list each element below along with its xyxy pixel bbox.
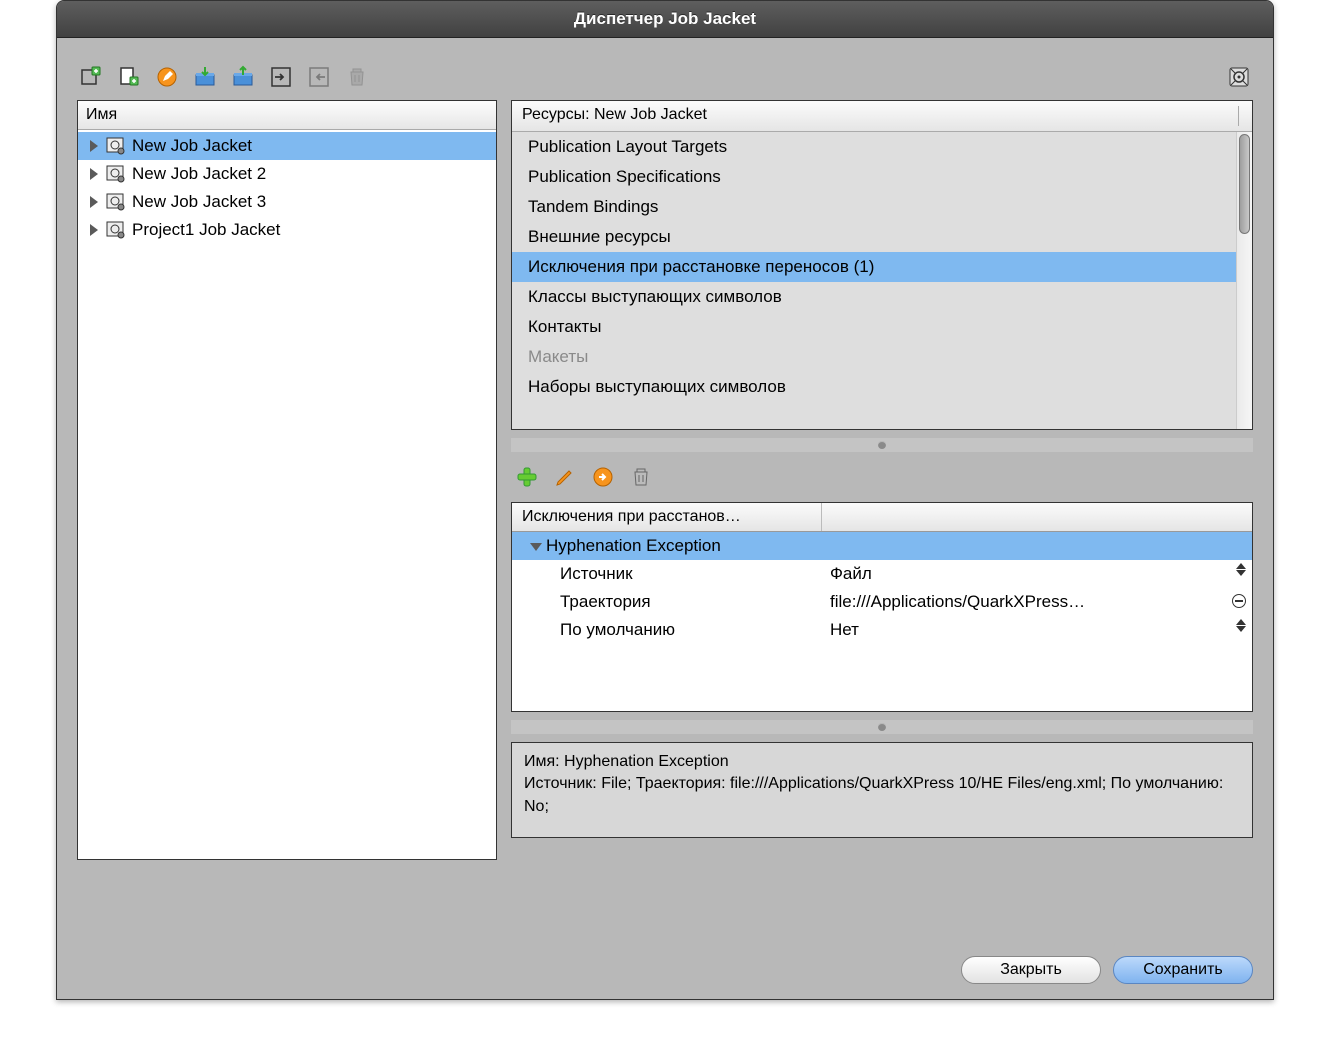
- detail-body: Hyphenation Exception Источник Файл Трае…: [512, 532, 1252, 711]
- jacket-icon: [106, 137, 126, 155]
- expand-icon[interactable]: [90, 196, 98, 208]
- tree-item[interactable]: New Job Jacket: [78, 132, 496, 160]
- trash2-icon[interactable]: [627, 464, 655, 490]
- expand-icon[interactable]: [90, 224, 98, 236]
- splitter-handle[interactable]: [511, 438, 1253, 452]
- resource-item[interactable]: Макеты: [512, 342, 1252, 372]
- info-line: Источник: File; Траектория: file:///Appl…: [524, 773, 1240, 818]
- scrollbar[interactable]: [1236, 132, 1252, 429]
- tree-item[interactable]: New Job Jacket 2: [78, 160, 496, 188]
- detail-toolbar: [511, 460, 1253, 494]
- dialog-footer: Закрыть Сохранить: [77, 932, 1253, 984]
- detail-row[interactable]: По умолчанию Нет: [512, 616, 1252, 644]
- detail-root-row[interactable]: Hyphenation Exception: [512, 532, 1252, 560]
- detail-header-col2: [822, 503, 1252, 531]
- resource-item[interactable]: Классы выступающих символов: [512, 282, 1252, 312]
- window-body: Имя New Job Jacket New Job Jacket 2: [57, 38, 1273, 998]
- close-button[interactable]: Закрыть: [961, 956, 1101, 984]
- stepper-icon[interactable]: [1236, 563, 1246, 576]
- expand-icon[interactable]: [90, 140, 98, 152]
- detail-row[interactable]: Источник Файл: [512, 560, 1252, 588]
- right-column: Ресурсы: New Job Jacket Publication Layo…: [511, 100, 1253, 860]
- detail-value[interactable]: Нет: [830, 620, 859, 639]
- tree-item-label: New Job Jacket: [132, 136, 252, 156]
- stepper-icon[interactable]: [1236, 619, 1246, 632]
- detail-panel: Исключения при расстанов… Hyphenation Ex…: [511, 502, 1253, 712]
- tree-item-label: Project1 Job Jacket: [132, 220, 280, 240]
- unlink-icon: [305, 64, 333, 90]
- resource-item[interactable]: Publication Specifications: [512, 162, 1252, 192]
- resources-header: Ресурсы: New Job Jacket: [512, 101, 1252, 132]
- detail-key: Траектория: [512, 588, 822, 616]
- header-divider: [1238, 106, 1242, 126]
- collapse-icon[interactable]: [530, 543, 542, 551]
- clear-icon[interactable]: [1232, 594, 1246, 608]
- tree-header: Имя: [78, 101, 496, 130]
- resource-item[interactable]: Внешние ресурсы: [512, 222, 1252, 252]
- resource-item[interactable]: Publication Layout Targets: [512, 132, 1252, 162]
- import-icon[interactable]: [191, 64, 219, 90]
- tree-item[interactable]: Project1 Job Jacket: [78, 216, 496, 244]
- expand-icon[interactable]: [90, 168, 98, 180]
- detail-row[interactable]: Траектория file:///Applications/QuarkXPr…: [512, 588, 1252, 616]
- trash-icon: [343, 64, 371, 90]
- pencil-icon[interactable]: [551, 464, 579, 490]
- resource-item[interactable]: Контакты: [512, 312, 1252, 342]
- apply-icon[interactable]: [589, 464, 617, 490]
- window-title: Диспетчер Job Jacket: [57, 1, 1273, 38]
- detail-value[interactable]: Файл: [830, 564, 872, 583]
- jacket-tree[interactable]: New Job Jacket New Job Jacket 2 New Job …: [78, 130, 496, 859]
- detail-value[interactable]: file:///Applications/QuarkXPress…: [830, 592, 1085, 611]
- add-icon[interactable]: [513, 464, 541, 490]
- resources-header-label: Ресурсы: New Job Jacket: [522, 106, 707, 126]
- resources-panel: Ресурсы: New Job Jacket Publication Layo…: [511, 100, 1253, 430]
- detail-key: По умолчанию: [512, 616, 822, 644]
- link-icon[interactable]: [267, 64, 295, 90]
- export-icon[interactable]: [229, 64, 257, 90]
- edit-icon[interactable]: [153, 64, 181, 90]
- jacket-tree-panel: Имя New Job Jacket New Job Jacket 2: [77, 100, 497, 860]
- settings-icon[interactable]: [1225, 64, 1253, 90]
- detail-root-label: Hyphenation Exception: [546, 536, 721, 555]
- scrollbar-thumb[interactable]: [1239, 134, 1250, 234]
- detail-header: Исключения при расстанов…: [512, 503, 1252, 532]
- jacket-icon: [106, 193, 126, 211]
- detail-key: Источник: [512, 560, 822, 588]
- tree-item[interactable]: New Job Jacket 3: [78, 188, 496, 216]
- jacket-icon: [106, 221, 126, 239]
- tree-item-label: New Job Jacket 3: [132, 192, 266, 212]
- new-ticket-icon[interactable]: [115, 64, 143, 90]
- info-line: Имя: Hyphenation Exception: [524, 751, 1240, 773]
- main-area: Имя New Job Jacket New Job Jacket 2: [77, 100, 1253, 932]
- tree-item-label: New Job Jacket 2: [132, 164, 266, 184]
- jacket-icon: [106, 165, 126, 183]
- resource-item[interactable]: Tandem Bindings: [512, 192, 1252, 222]
- info-panel: Имя: Hyphenation Exception Источник: Fil…: [511, 742, 1253, 838]
- main-toolbar: [77, 64, 1253, 90]
- job-jacket-manager-window: Диспетчер Job Jacket: [56, 0, 1274, 1000]
- save-button[interactable]: Сохранить: [1113, 956, 1253, 984]
- resource-item[interactable]: Наборы выступающих символов: [512, 372, 1252, 402]
- resource-item[interactable]: Исключения при расстановке переносов (1): [512, 252, 1252, 282]
- detail-header-col1: Исключения при расстанов…: [512, 503, 822, 531]
- resources-list[interactable]: Publication Layout Targets Publication S…: [512, 132, 1252, 429]
- splitter-handle[interactable]: [511, 720, 1253, 734]
- new-jacket-icon[interactable]: [77, 64, 105, 90]
